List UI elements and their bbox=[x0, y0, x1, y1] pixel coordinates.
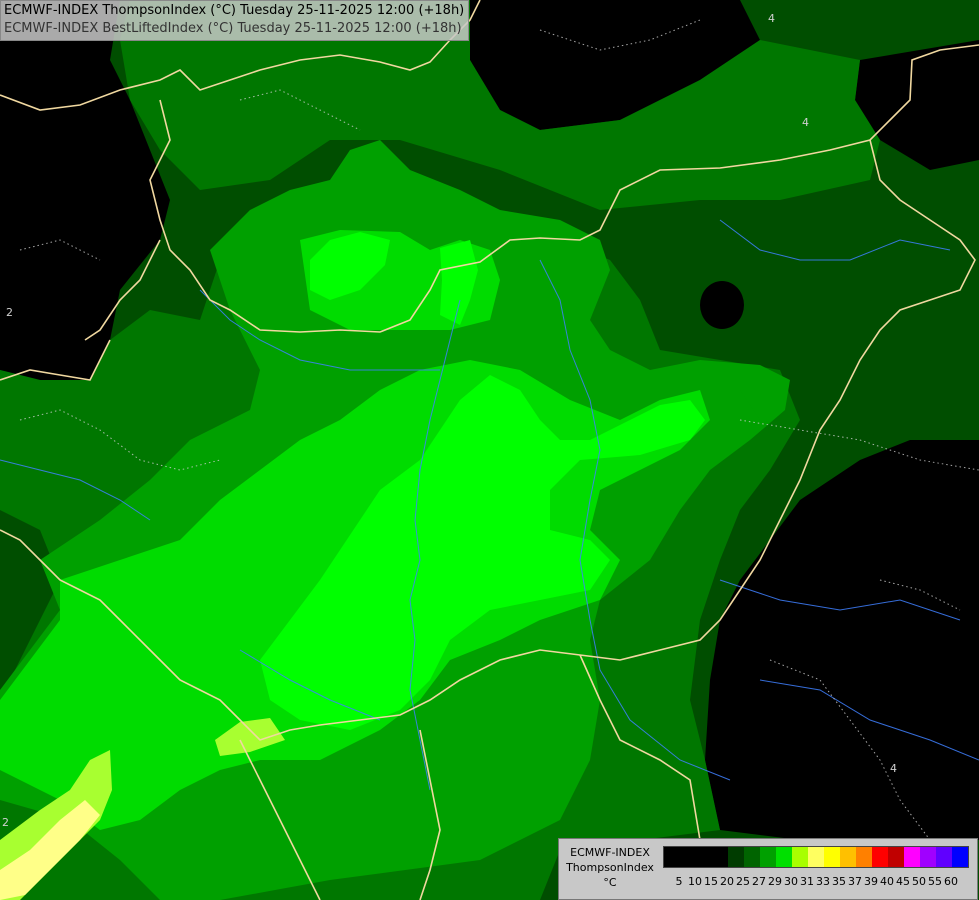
legend-tick-label: 5 bbox=[675, 875, 683, 888]
legend-tick-label: 25 bbox=[736, 875, 750, 888]
legend-swatch bbox=[952, 847, 968, 867]
region-low-blob2 bbox=[700, 281, 744, 329]
forecast-map: 4 4 4 2 2 bbox=[0, 0, 979, 900]
legend-color-bar bbox=[663, 846, 969, 868]
contour-label: 4 bbox=[802, 116, 809, 129]
legend-swatch bbox=[840, 847, 856, 867]
legend-swatch bbox=[792, 847, 808, 867]
legend-swatch bbox=[760, 847, 776, 867]
legend-tick-label: 35 bbox=[832, 875, 846, 888]
legend-tick-label: 39 bbox=[864, 875, 878, 888]
legend-unit: °C bbox=[603, 876, 617, 889]
contour-label: 2 bbox=[2, 816, 9, 829]
legend-swatch bbox=[680, 847, 696, 867]
legend-swatch bbox=[712, 847, 728, 867]
legend-tick-label: 37 bbox=[848, 875, 862, 888]
legend-swatch bbox=[728, 847, 744, 867]
legend-tick-label: 45 bbox=[896, 875, 910, 888]
contour-label: 4 bbox=[890, 762, 897, 775]
legend-swatch bbox=[872, 847, 888, 867]
legend-swatch bbox=[776, 847, 792, 867]
legend-tick-label: 15 bbox=[704, 875, 718, 888]
legend-tick-label: 20 bbox=[720, 875, 734, 888]
legend-tick-label: 27 bbox=[752, 875, 766, 888]
map-title-secondary: ECMWF-INDEX BestLiftedIndex (°C) Tuesday… bbox=[4, 21, 462, 36]
legend-tick-label: 29 bbox=[768, 875, 782, 888]
legend-tick-label: 60 bbox=[944, 875, 958, 888]
legend-model: ECMWF-INDEX bbox=[570, 846, 650, 859]
map-title-box: ECMWF-INDEX ThompsonIndex (°C) Tuesday 2… bbox=[0, 0, 470, 41]
legend-tick-label: 31 bbox=[800, 875, 814, 888]
legend-swatch bbox=[824, 847, 840, 867]
legend-tick-label: 10 bbox=[688, 875, 702, 888]
legend-swatch bbox=[808, 847, 824, 867]
map-title-primary: ECMWF-INDEX ThompsonIndex (°C) Tuesday 2… bbox=[4, 3, 465, 18]
legend-label: ECMWF-INDEX ThompsonIndex °C bbox=[562, 845, 658, 890]
legend-swatch bbox=[904, 847, 920, 867]
contour-label: 2 bbox=[6, 306, 13, 319]
legend-swatch bbox=[920, 847, 936, 867]
color-legend: ECMWF-INDEX ThompsonIndex °C 5 10 15 20 25 27… bbox=[558, 838, 978, 900]
legend-swatch bbox=[856, 847, 872, 867]
legend-swatch bbox=[888, 847, 904, 867]
legend-swatch bbox=[744, 847, 760, 867]
legend-tick-label: 50 bbox=[912, 875, 926, 888]
legend-swatch bbox=[664, 847, 680, 867]
contour-label: 4 bbox=[768, 12, 775, 25]
legend-tick-label: 30 bbox=[784, 875, 798, 888]
legend-ticks: 5 10 15 20 25 27 29 30 31 33 35 37 39 40 45 50 55 60 bbox=[663, 875, 979, 889]
legend-tick-label: 40 bbox=[880, 875, 894, 888]
legend-parameter: ThompsonIndex bbox=[566, 861, 654, 874]
legend-tick-label: 33 bbox=[816, 875, 830, 888]
legend-tick-label: 55 bbox=[928, 875, 942, 888]
legend-swatch bbox=[696, 847, 712, 867]
legend-swatch bbox=[936, 847, 952, 867]
